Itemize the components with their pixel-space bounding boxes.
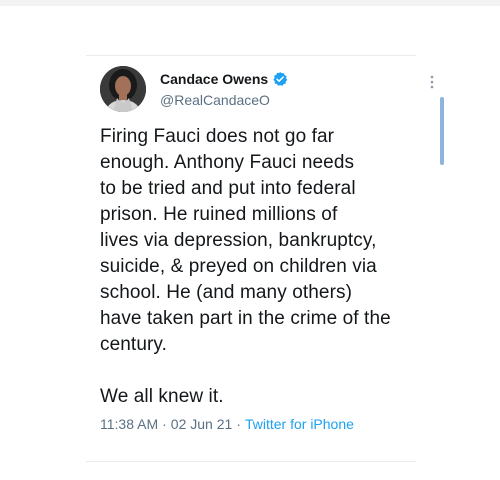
scrollbar[interactable] <box>440 97 444 165</box>
tweet-header: Candace Owens @RealCandaceO <box>100 60 440 120</box>
display-name-row: Candace Owens <box>160 70 288 88</box>
more-options-icon[interactable] <box>424 74 440 90</box>
tweet-date[interactable]: 02 Jun 21 <box>171 416 233 432</box>
separator: · <box>162 416 167 432</box>
tweet-source-link[interactable]: Twitter for iPhone <box>245 416 354 432</box>
tweet: Candace Owens @RealCandaceO Firing Fauci… <box>100 60 440 432</box>
user-handle[interactable]: @RealCandaceO <box>160 92 288 108</box>
tweet-text: Firing Fauci does not go far enough. Ant… <box>100 126 391 407</box>
avatar[interactable] <box>100 66 146 112</box>
tweet-metadata: 11:38 AM · 02 Jun 21 · Twitter for iPhon… <box>100 416 440 432</box>
verified-badge-icon <box>272 71 288 87</box>
bottom-divider <box>86 461 416 462</box>
author-names: Candace Owens @RealCandaceO <box>160 70 288 108</box>
separator: · <box>236 416 241 432</box>
tweet-time[interactable]: 11:38 AM <box>100 416 158 432</box>
avatar-image <box>100 66 146 112</box>
display-name[interactable]: Candace Owens <box>160 71 268 87</box>
top-divider <box>86 55 416 56</box>
